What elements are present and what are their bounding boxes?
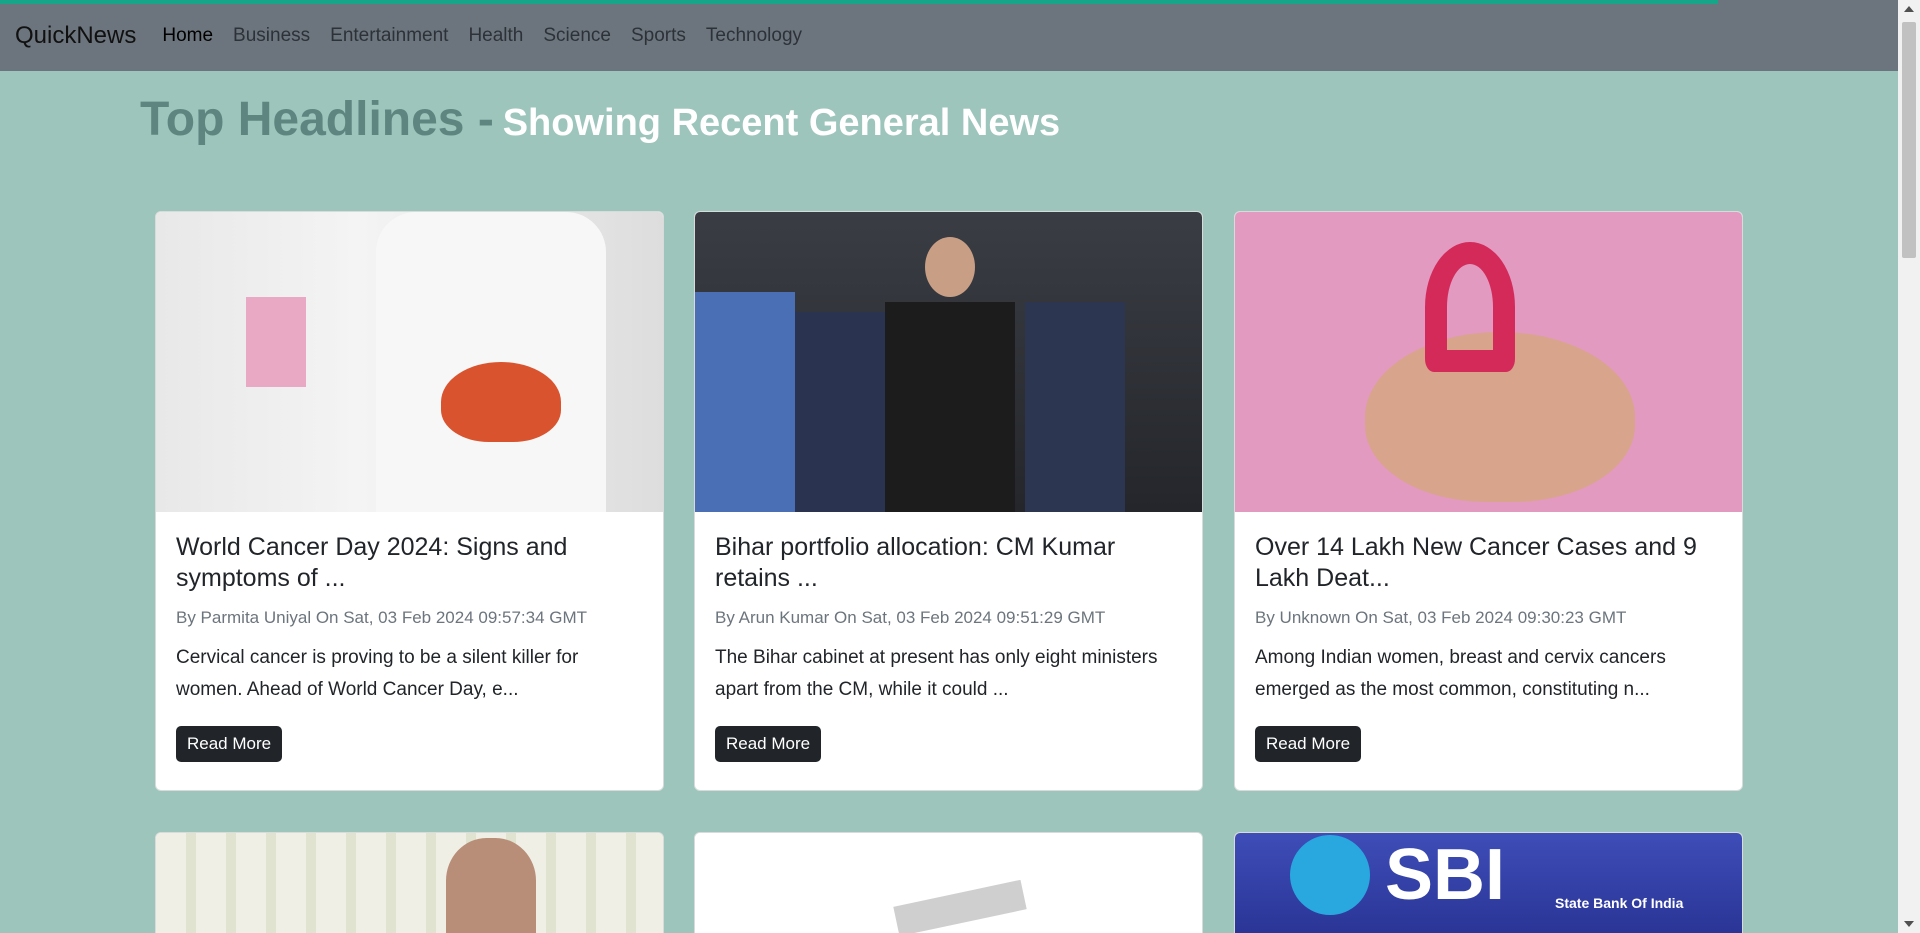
nav-health[interactable]: Health xyxy=(468,25,523,47)
card-description: Cervical cancer is proving to be a silen… xyxy=(176,647,579,700)
card-description: Among Indian women, breast and cervix ca… xyxy=(1255,647,1666,700)
brand-link[interactable]: QuickNews xyxy=(15,22,136,50)
sbi-sub-text: State Bank Of India xyxy=(1555,895,1684,911)
read-more-button[interactable]: Read More xyxy=(1255,726,1362,762)
sbi-logo-icon xyxy=(1290,835,1370,915)
card-title: World Cancer Day 2024: Signs and symptom… xyxy=(176,533,568,592)
nav-business[interactable]: Business xyxy=(233,25,310,47)
news-card: World Cancer Day 2024: Signs and symptom… xyxy=(155,211,664,791)
card-meta: By Unknown On Sat, 03 Feb 2024 09:30:23 … xyxy=(1255,608,1627,627)
scroll-up-icon[interactable] xyxy=(1904,6,1914,12)
nav-sports[interactable]: Sports xyxy=(631,25,686,47)
loading-progress-bar xyxy=(0,0,1718,4)
page-title: Top Headlines - Showing Recent General N… xyxy=(140,92,1060,147)
news-image xyxy=(695,833,1202,933)
scrollbar[interactable] xyxy=(1898,0,1920,933)
title-main: Top Headlines - xyxy=(140,93,494,146)
card-title: Bihar portfolio allocation: CM Kumar ret… xyxy=(715,533,1116,592)
title-sub: Showing Recent General News xyxy=(502,102,1061,144)
news-image xyxy=(695,212,1202,512)
card-meta: By Parmita Uniyal On Sat, 03 Feb 2024 09… xyxy=(176,608,588,627)
navbar: QuickNews Home Business Entertainment He… xyxy=(0,0,1898,71)
read-more-button[interactable]: Read More xyxy=(715,726,822,762)
scroll-down-icon[interactable] xyxy=(1904,921,1914,927)
news-card xyxy=(155,832,664,933)
nav-entertainment[interactable]: Entertainment xyxy=(330,25,448,47)
nav-home[interactable]: Home xyxy=(162,25,213,47)
news-image xyxy=(156,212,663,512)
scrollbar-thumb[interactable] xyxy=(1902,22,1916,258)
nav-technology[interactable]: Technology xyxy=(706,25,802,47)
read-more-button[interactable]: Read More xyxy=(176,726,283,762)
card-title: Over 14 Lakh New Cancer Cases and 9 Lakh… xyxy=(1255,533,1697,592)
card-description: The Bihar cabinet at present has only ei… xyxy=(715,647,1158,700)
nav-science[interactable]: Science xyxy=(543,25,611,47)
news-card xyxy=(694,832,1203,933)
news-image xyxy=(156,833,663,933)
card-meta: By Arun Kumar On Sat, 03 Feb 2024 09:51:… xyxy=(715,608,1106,627)
news-card: SBI State Bank Of India xyxy=(1234,832,1743,933)
news-image xyxy=(1235,212,1742,512)
news-card: Over 14 Lakh New Cancer Cases and 9 Lakh… xyxy=(1234,211,1743,791)
news-card: Bihar portfolio allocation: CM Kumar ret… xyxy=(694,211,1203,791)
sbi-logo-text: SBI xyxy=(1385,835,1506,915)
news-image: SBI State Bank Of India xyxy=(1235,833,1742,933)
